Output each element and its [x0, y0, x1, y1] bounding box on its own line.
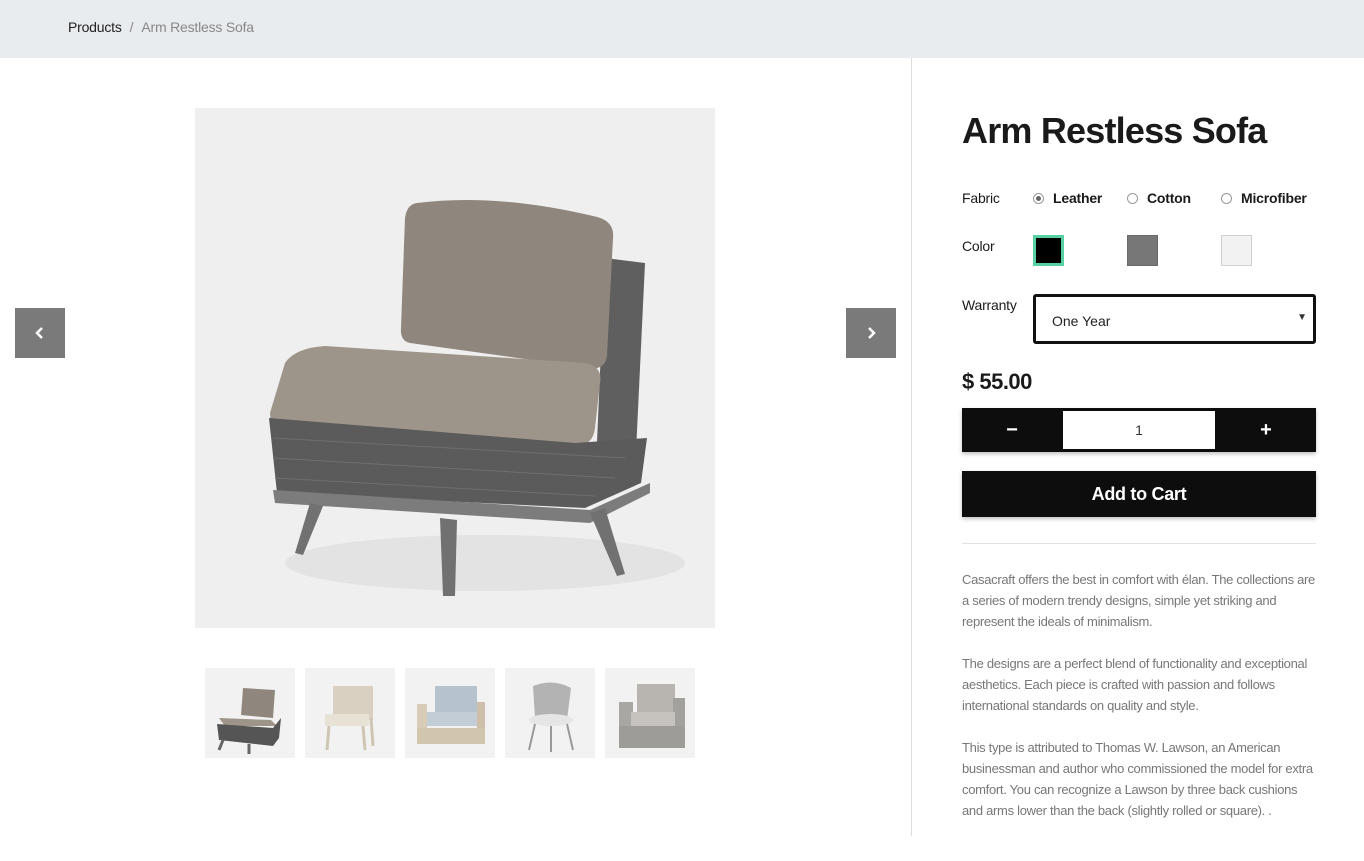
breadcrumb-bar: Products / Arm Restless Sofa [0, 0, 1364, 58]
product-title: Arm Restless Sofa [962, 110, 1267, 151]
add-to-cart-button[interactable]: Add to Cart [962, 471, 1316, 517]
fabric-option-label: Leather [1053, 190, 1103, 206]
quantity-input[interactable] [1063, 411, 1215, 449]
breadcrumb-products-link[interactable]: Products [68, 19, 122, 35]
fabric-option-microfiber[interactable]: Microfiber [1221, 190, 1307, 206]
fabric-option-label: Cotton [1147, 190, 1191, 206]
previous-image-button[interactable] [15, 308, 65, 358]
breadcrumb-separator: / [129, 19, 134, 35]
product-gallery [0, 58, 911, 861]
thumbnail-5[interactable] [605, 668, 695, 758]
warranty-selected-value: One Year [1052, 313, 1111, 329]
thumbnail-strip [205, 668, 695, 758]
section-divider [962, 543, 1316, 544]
fabric-option-leather[interactable]: Leather [1033, 190, 1102, 206]
color-swatch-gray[interactable] [1127, 235, 1158, 266]
panel-divider [911, 58, 912, 836]
description-paragraph-2: The designs are a perfect blend of funct… [962, 656, 1308, 713]
chevron-left-icon [35, 327, 43, 339]
fabric-option-label: Microfiber [1241, 190, 1307, 206]
product-price: $ 55.00 [962, 369, 1032, 394]
chevron-right-icon [868, 327, 876, 339]
description-paragraph-1: Casacraft offers the best in comfort wit… [962, 572, 1315, 629]
thumbnail-2[interactable] [305, 668, 395, 758]
color-swatch-black[interactable] [1033, 235, 1064, 266]
thumbnail-4[interactable] [505, 668, 595, 758]
warranty-label: Warranty [962, 297, 1017, 313]
breadcrumb-current: Arm Restless Sofa [141, 19, 254, 35]
increase-quantity-button[interactable]: + [1216, 408, 1316, 452]
quantity-stepper: − + [962, 408, 1316, 452]
fabric-label: Fabric [962, 190, 1000, 206]
main-product-image [195, 108, 715, 628]
radio-button[interactable] [1221, 192, 1232, 204]
next-image-button[interactable] [846, 308, 896, 358]
description-paragraph-3: This type is attributed to Thomas W. Law… [962, 740, 1313, 818]
decrease-quantity-button[interactable]: − [962, 408, 1062, 452]
fabric-option-cotton[interactable]: Cotton [1127, 190, 1191, 206]
color-label: Color [962, 238, 995, 254]
breadcrumb: Products / Arm Restless Sofa [68, 19, 254, 35]
thumbnail-1[interactable] [205, 668, 295, 758]
dropdown-arrow-icon: ▼ [1297, 312, 1307, 323]
thumbnail-3[interactable] [405, 668, 495, 758]
radio-button-checked[interactable] [1033, 192, 1044, 204]
radio-button[interactable] [1127, 192, 1138, 204]
warranty-select[interactable]: One Year ▼ [1033, 294, 1316, 344]
color-swatch-white[interactable] [1221, 235, 1252, 266]
